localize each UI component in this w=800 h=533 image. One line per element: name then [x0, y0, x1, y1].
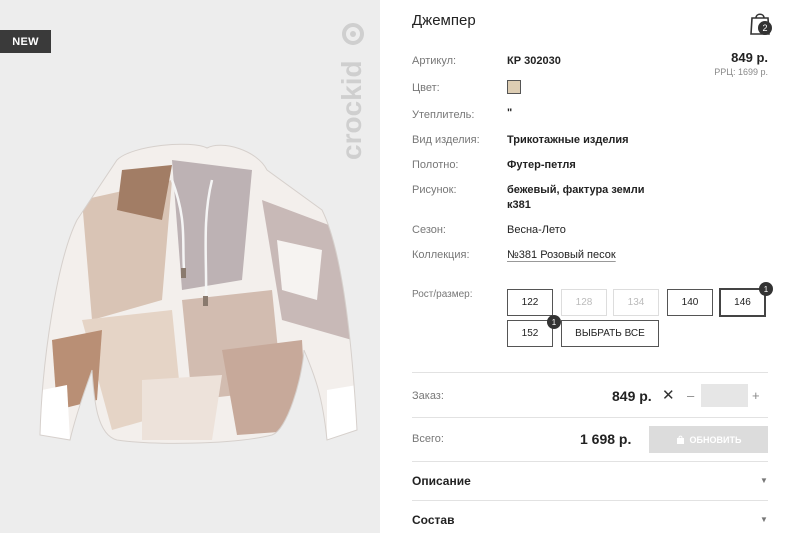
- fabric-label: Полотно:: [412, 159, 459, 171]
- product-title: Джемпер: [412, 12, 476, 29]
- insulation-label: Утеплитель:: [412, 109, 475, 121]
- description-section-title[interactable]: Описание: [412, 474, 471, 488]
- total-label: Всего:: [412, 433, 444, 445]
- product-price: 849 р.: [731, 50, 768, 65]
- divider: [412, 461, 768, 462]
- product-type-label: Вид изделия:: [412, 134, 480, 146]
- new-badge: NEW: [0, 30, 51, 53]
- hoodie-image[interactable]: [22, 140, 367, 450]
- decrease-quantity-button[interactable]: –: [687, 388, 694, 403]
- pattern-value: бежевый, фактура земли к381: [507, 184, 645, 211]
- total-price: 1 698 р.: [580, 431, 632, 447]
- chevron-down-icon[interactable]: ▼: [760, 476, 768, 485]
- season-value: Весна-Лето: [507, 224, 566, 236]
- size-option-152[interactable]: 152: [507, 320, 553, 347]
- size-146-count-badge: 1: [759, 282, 773, 296]
- order-label: Заказ:: [412, 390, 444, 402]
- size-option-134[interactable]: 134: [613, 289, 659, 316]
- update-button[interactable]: ОБНОВИТЬ: [649, 426, 768, 453]
- size-label: Рост/размер:: [412, 289, 473, 300]
- collection-link[interactable]: №381 Розовый песок: [507, 249, 616, 261]
- size-152-count-badge: 1: [547, 315, 561, 329]
- product-rrp: PPЦ: 1699 р.: [714, 67, 768, 77]
- product-image-panel: NEW crockid: [0, 0, 380, 533]
- chevron-down-icon[interactable]: ▼: [760, 515, 768, 524]
- article-value: КР 302030: [507, 55, 561, 67]
- pattern-label: Рисунок:: [412, 184, 457, 196]
- fabric-value: Футер-петля: [507, 159, 576, 171]
- cart-small-icon: [676, 435, 684, 444]
- divider: [412, 417, 768, 418]
- increase-quantity-button[interactable]: +: [752, 388, 760, 403]
- composition-section-title[interactable]: Состав: [412, 513, 454, 527]
- remove-icon[interactable]: ✕: [662, 386, 675, 404]
- season-label: Сезон:: [412, 224, 446, 236]
- size-option-128[interactable]: 128: [561, 289, 607, 316]
- collection-label: Коллекция:: [412, 249, 470, 261]
- color-label: Цвет:: [412, 82, 440, 94]
- product-info-panel: Джемпер 2 849 р. PPЦ: 1699 р. Артикул: К…: [412, 0, 773, 533]
- product-type-value: Трикотажные изделия: [507, 134, 629, 146]
- cart-count-badge: 2: [758, 21, 772, 35]
- order-price: 849 р.: [612, 388, 652, 404]
- size-option-140[interactable]: 140: [667, 289, 713, 316]
- divider: [412, 372, 768, 373]
- quantity-input[interactable]: [701, 384, 748, 407]
- update-button-label: ОБНОВИТЬ: [689, 434, 742, 445]
- insulation-value: ": [507, 107, 513, 119]
- article-label: Артикул:: [412, 55, 457, 67]
- divider: [412, 500, 768, 501]
- select-all-sizes-button[interactable]: ВЫБРАТЬ ВСЕ: [561, 320, 659, 347]
- color-swatch[interactable]: [507, 80, 521, 94]
- size-option-122[interactable]: 122: [507, 289, 553, 316]
